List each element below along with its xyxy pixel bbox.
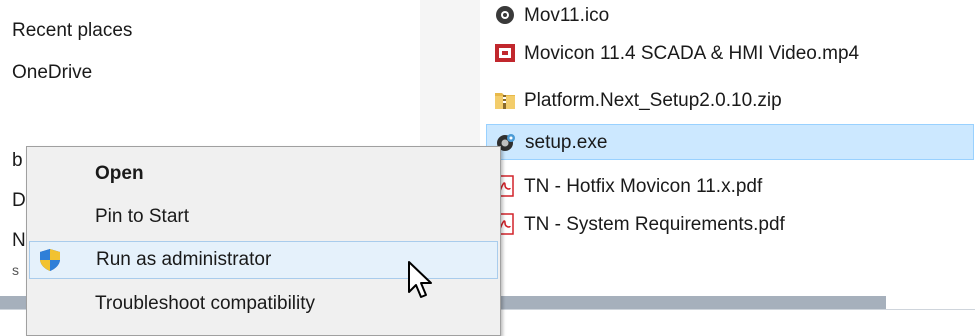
file-name: Mov11.ico	[524, 4, 610, 26]
context-menu: Open Pin to Start Run as administrator T…	[26, 146, 501, 336]
file-item-system-requirements-pdf[interactable]: TN - System Requirements.pdf	[486, 206, 974, 242]
menu-item-pin-to-start[interactable]: Pin to Start	[29, 198, 498, 236]
file-item-setup-exe[interactable]: setup.exe	[486, 124, 974, 160]
file-item-hotfix-pdf[interactable]: TN - Hotfix Movicon 11.x.pdf	[486, 168, 974, 204]
uac-shield-icon	[38, 248, 62, 272]
zip-folder-icon	[494, 89, 516, 111]
file-name: Movicon 11.4 SCADA & HMI Video.mp4	[524, 42, 860, 64]
menu-item-open[interactable]: Open	[29, 155, 498, 193]
nav-item-onedrive[interactable]: OneDrive	[12, 62, 92, 84]
menu-item-label: Troubleshoot compatibility	[95, 293, 316, 314]
nav-item-recent-places[interactable]: Recent places	[12, 20, 132, 42]
file-name: TN - System Requirements.pdf	[524, 213, 785, 235]
file-name: TN - Hotfix Movicon 11.x.pdf	[524, 175, 763, 197]
menu-item-label: Open	[95, 163, 144, 184]
video-file-icon	[494, 42, 516, 64]
file-item-platform-zip[interactable]: Platform.Next_Setup2.0.10.zip	[486, 82, 974, 118]
file-name: Platform.Next_Setup2.0.10.zip	[524, 89, 782, 111]
menu-item-label: Run as administrator	[96, 249, 272, 270]
file-name: setup.exe	[525, 131, 608, 153]
movicon-icon	[494, 4, 516, 26]
menu-item-label: Pin to Start	[95, 206, 189, 227]
file-item-mov11-ico[interactable]: Mov11.ico	[486, 0, 974, 33]
mouse-pointer-icon	[407, 260, 437, 304]
file-item-movicon-video[interactable]: Movicon 11.4 SCADA & HMI Video.mp4	[486, 35, 974, 71]
